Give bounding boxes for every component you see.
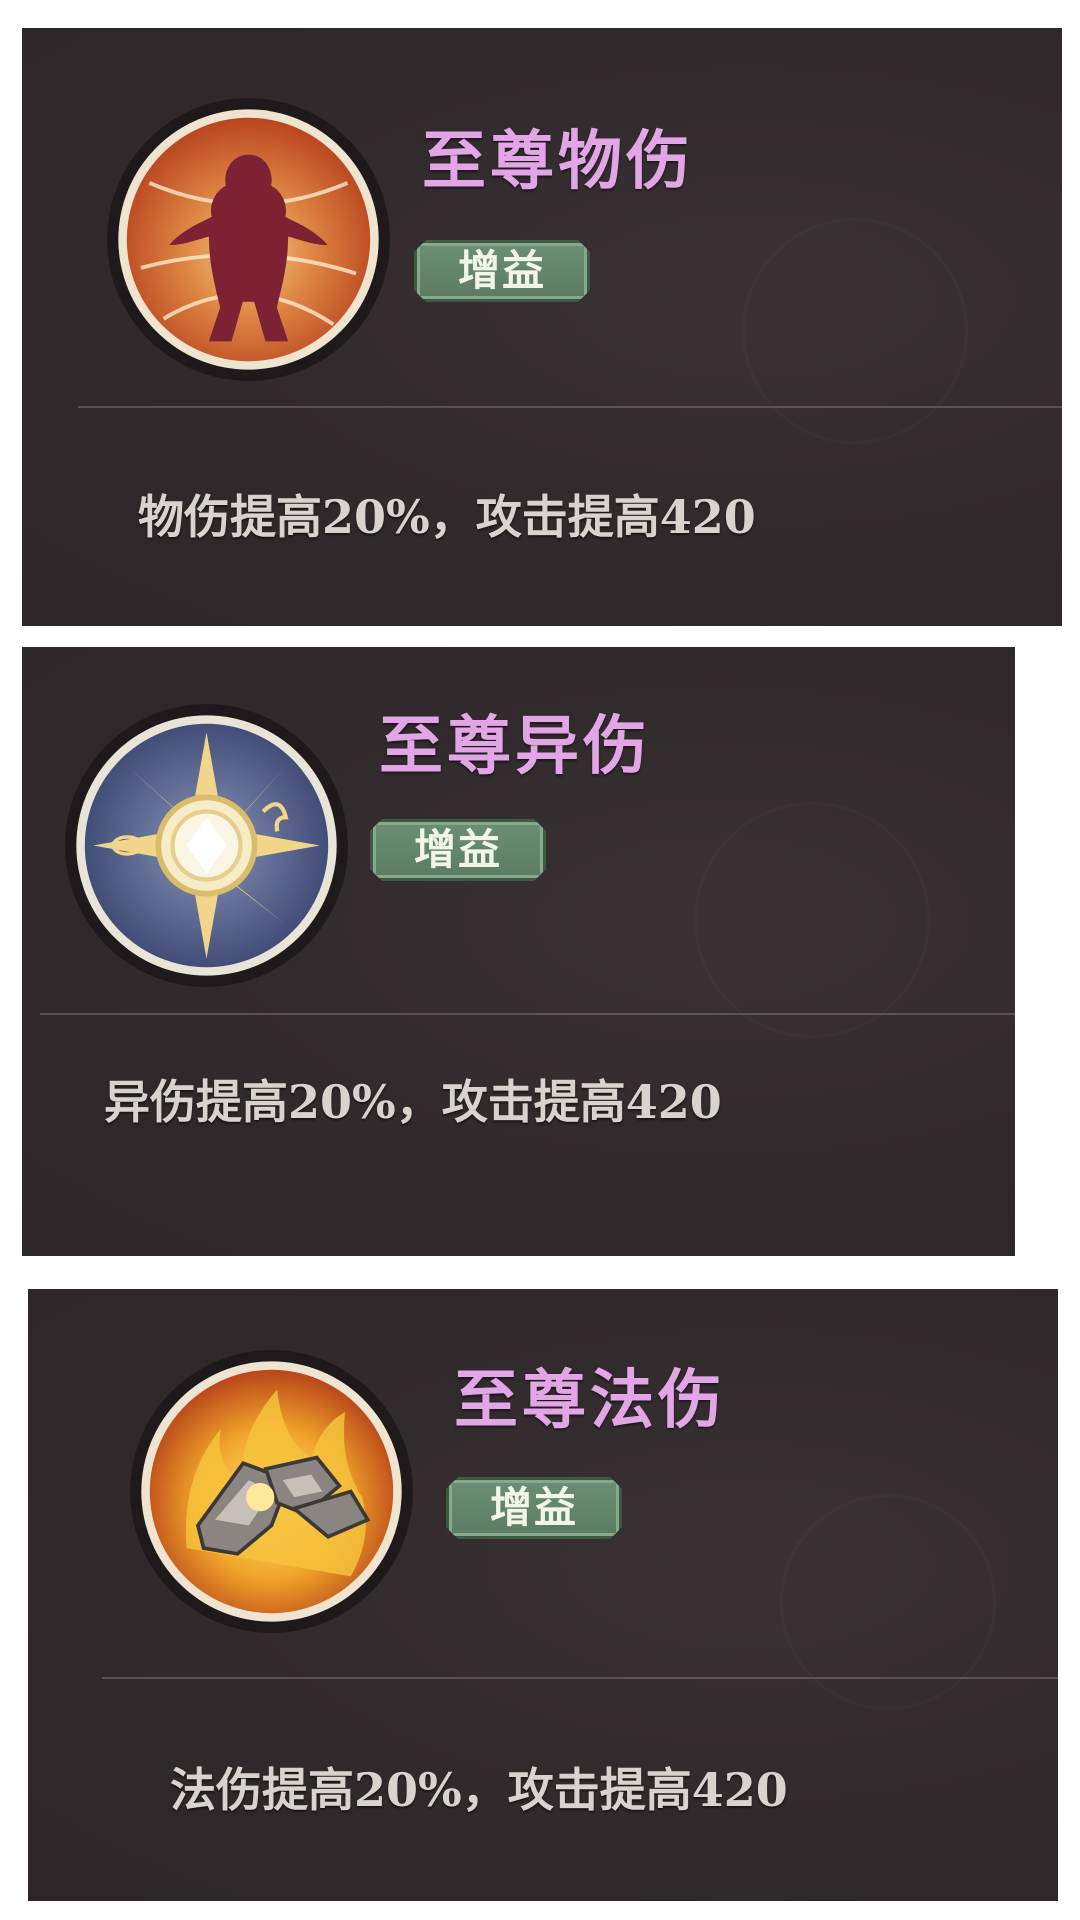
magic-damage-flame-icon[interactable] — [130, 1350, 413, 1633]
divider — [40, 1013, 1015, 1015]
buff-badge: 增益 — [446, 1477, 622, 1539]
skill-card-physical: 至尊物伤 增益 物伤提高20%，攻击提高420 — [22, 28, 1062, 626]
buff-badge: 增益 — [414, 240, 590, 302]
card-title: 至尊物伤 — [422, 124, 694, 199]
skill-card-magic: 至尊法伤 增益 法伤提高20%，攻击提高420 — [28, 1289, 1058, 1901]
background-rune-decoration — [694, 802, 930, 1038]
card-title: 至尊异伤 — [379, 709, 651, 784]
card-description: 异伤提高20%，攻击提高420 — [104, 1075, 722, 1129]
background-rune-decoration — [742, 218, 968, 444]
card-description: 物伤提高20%，攻击提高420 — [138, 490, 756, 544]
physical-damage-silhouette-icon[interactable] — [107, 98, 390, 381]
anomaly-damage-sun-icon[interactable] — [65, 704, 348, 987]
divider — [78, 406, 1062, 408]
divider — [102, 1677, 1058, 1679]
card-title: 至尊法伤 — [454, 1363, 726, 1438]
skill-card-anomaly: 至尊异伤 增益 异伤提高20%，攻击提高420 — [22, 647, 1015, 1256]
card-description: 法伤提高20%，攻击提高420 — [170, 1763, 788, 1817]
buff-badge: 增益 — [370, 819, 546, 881]
